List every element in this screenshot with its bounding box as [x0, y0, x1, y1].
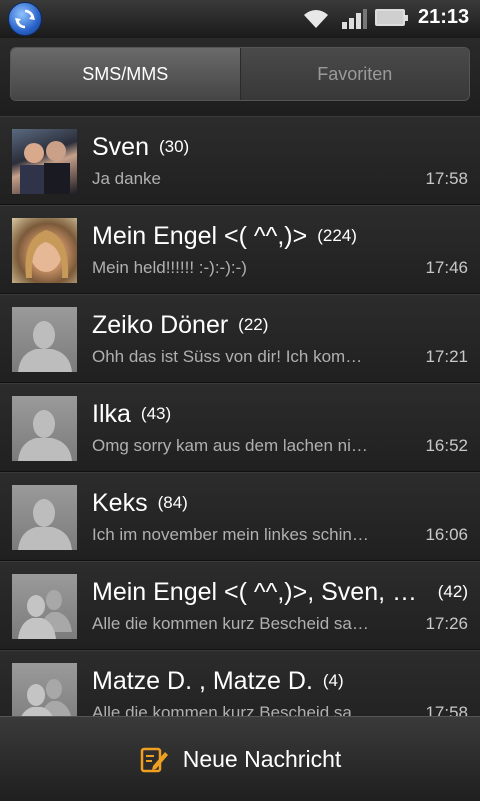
- conversation-row[interactable]: Mein Engel <( ^^,)>, Sven, … (42) Alle d…: [0, 561, 480, 650]
- tab-sms-mms[interactable]: SMS/MMS: [11, 48, 241, 100]
- conversation-list[interactable]: Sven (30) Ja danke 17:58 Mein Engel <( ^^…: [0, 116, 480, 716]
- conversation-row[interactable]: Zeiko Döner (22) Ohh das ist Süss von dir…: [0, 294, 480, 383]
- tab-favoriten[interactable]: Favoriten: [240, 48, 469, 100]
- person-icon: [12, 396, 77, 461]
- message-preview: Omg sorry kam aus dem lachen ni…: [92, 436, 368, 455]
- contact-name: Zeiko Döner (22): [92, 311, 269, 339]
- message-count: (43): [140, 404, 172, 423]
- conversation-row[interactable]: Mein Engel <( ^^,)> (224) Mein held!!!!!!…: [0, 205, 480, 294]
- message-count: (224): [317, 226, 357, 245]
- person-icon: [12, 485, 77, 550]
- new-message-label: Neue Nachricht: [182, 745, 342, 772]
- conversation-row[interactable]: Ilka (43) Omg sorry kam aus dem lachen ni…: [0, 383, 480, 472]
- message-time: 17:46: [425, 258, 468, 277]
- battery-icon: [375, 9, 408, 26]
- contact-name: Ilka (43): [92, 400, 172, 428]
- message-time: 17:21: [425, 347, 468, 366]
- compose-icon: [140, 747, 168, 773]
- message-count: (84): [157, 493, 188, 512]
- message-preview: Ich im november mein linkes schin…: [92, 525, 369, 544]
- message-count: (22): [238, 315, 269, 334]
- message-preview: Mein held!!!!!! :-):-):-): [92, 258, 247, 277]
- contact-photo: [12, 129, 77, 194]
- message-time: 17:26: [425, 614, 468, 633]
- person-icon: [12, 307, 77, 372]
- tab-bar: SMS/MMS Favoriten: [0, 38, 480, 116]
- group-icon: [12, 574, 77, 639]
- conversation-row[interactable]: Matze D. , Matze D. (4) Alle die kommen k…: [0, 650, 480, 716]
- message-time: 16:52: [425, 436, 468, 455]
- message-time: 16:06: [425, 525, 468, 544]
- message-preview: Alle die kommen kurz Bescheid sa…: [92, 703, 369, 716]
- contact-name: Mein Engel <( ^^,)> (224): [92, 222, 357, 250]
- clock: 21:13: [418, 6, 470, 28]
- message-preview: Ja danke: [92, 169, 161, 188]
- contact-name: Sven (30): [92, 133, 190, 161]
- contact-name: Matze D. , Matze D. (4): [92, 667, 344, 695]
- contact-photo: [12, 218, 77, 283]
- conversation-row[interactable]: Sven (30) Ja danke 17:58: [0, 116, 480, 205]
- contact-name: Mein Engel <( ^^,)>, Sven, …: [92, 578, 417, 606]
- message-time: 17:58: [425, 169, 468, 188]
- message-count: (42): [437, 582, 468, 601]
- contact-name: Keks (84): [92, 489, 188, 517]
- message-count: (4): [322, 671, 344, 690]
- group-icon: [12, 663, 77, 716]
- new-message-button[interactable]: Neue Nachricht: [0, 716, 480, 801]
- message-preview: Ohh das ist Süss von dir! Ich kom…: [92, 347, 363, 366]
- signal-icon: [342, 9, 367, 29]
- status-bar: 21:13: [0, 0, 480, 38]
- message-time: 17:58: [425, 703, 468, 716]
- sync-icon[interactable]: [8, 2, 42, 36]
- message-count: (30): [158, 137, 190, 156]
- message-preview: Alle die kommen kurz Bescheid sa…: [92, 614, 369, 633]
- wifi-icon: [304, 10, 328, 28]
- conversation-row[interactable]: Keks (84) Ich im november mein linkes sch…: [0, 472, 480, 561]
